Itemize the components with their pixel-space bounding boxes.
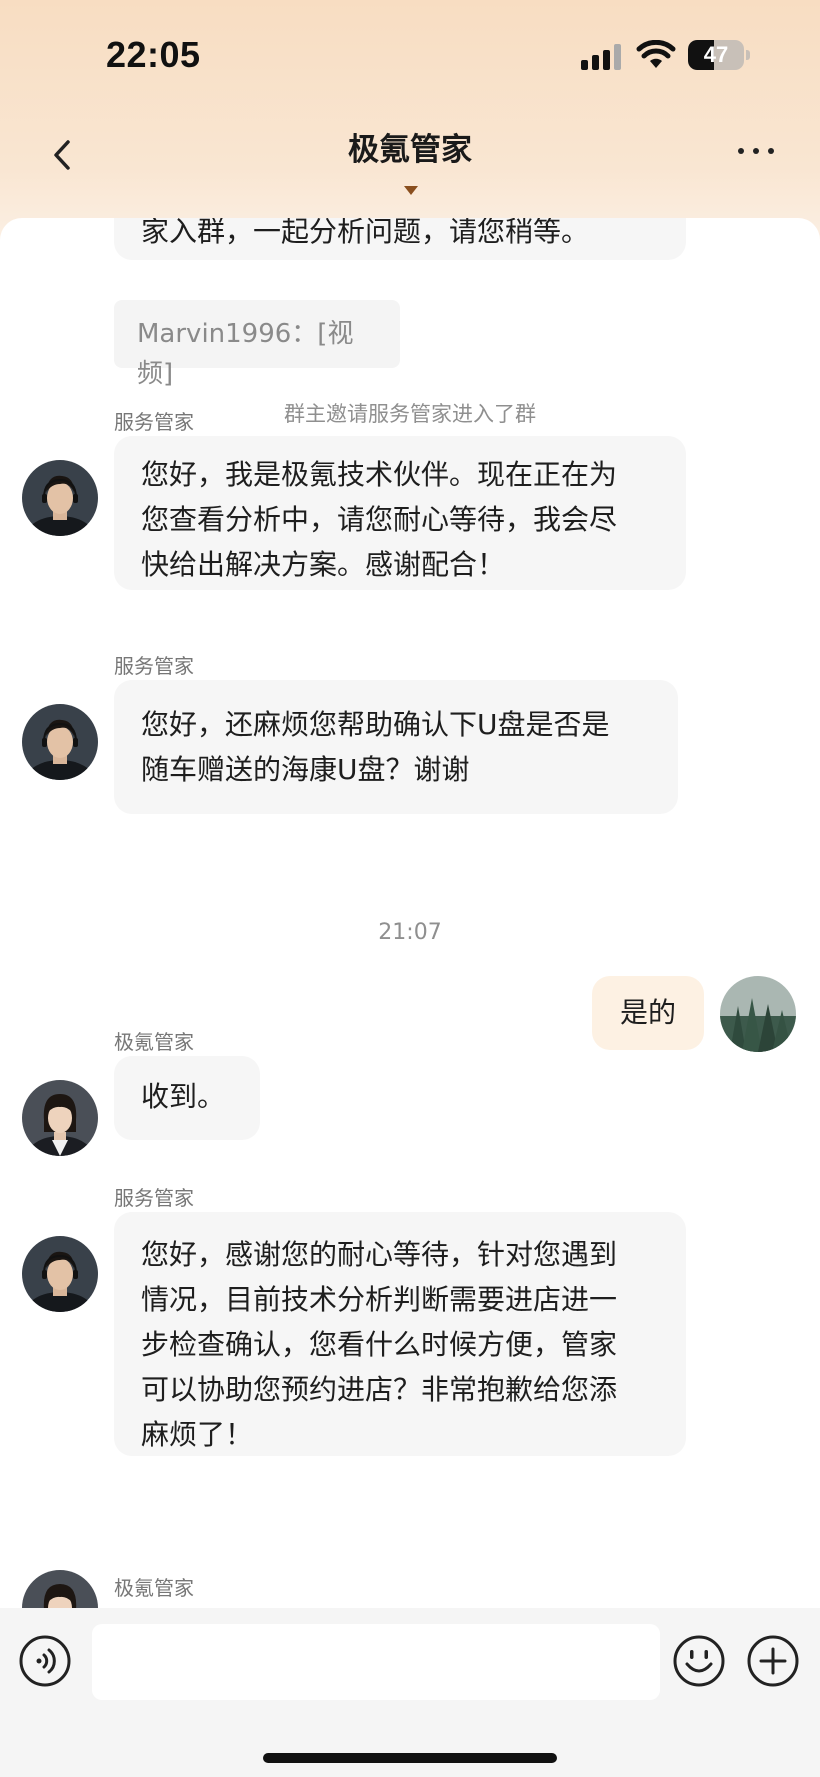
voice-input-icon — [19, 1635, 71, 1687]
battery-icon: 47 — [688, 40, 750, 70]
video-message[interactable]: Marvin1996：[视频] — [114, 300, 400, 389]
chat-message-list[interactable]: 家入群，一起分析问题，请您稍等。 Marvin1996：[视频] 群主邀请服务管… — [0, 218, 820, 1608]
sender-name: 服务管家 — [114, 410, 194, 434]
message-line: 步检查确认，您看什么时候方便，管家 — [141, 1328, 618, 1361]
message-bubble[interactable]: 您好，感谢您的耐心等待，针对您遇到 情况，目前技术分析判断需要进店进一 步检查确… — [114, 1212, 686, 1456]
message-line: 情况，目前技术分析判断需要进店进一 — [141, 1283, 618, 1316]
message-line: 可以协助您预约进店？非常抱歉给您添 — [141, 1373, 618, 1406]
voice-input-button[interactable] — [18, 1634, 72, 1688]
message-line: 您好，感谢您的耐心等待，针对您遇到 — [141, 1238, 618, 1271]
message-bubble[interactable]: 收到。 — [114, 1056, 260, 1140]
avatar-self[interactable] — [720, 976, 796, 1052]
message-text: 家入群，一起分析问题，请您稍等。 — [141, 218, 590, 248]
message-line: 快给出解决方案。感谢配合！ — [141, 548, 506, 581]
message-line: 您好，还麻烦您帮助确认下U盘是否是 — [141, 708, 610, 741]
avatar-zeekr-butler[interactable] — [22, 1570, 98, 1608]
status-time: 22:05 — [106, 34, 201, 75]
message-line: 麻烦了！ — [141, 1418, 254, 1451]
battery-level-text: 47 — [703, 42, 729, 67]
sender-name: 服务管家 — [114, 654, 194, 678]
message-text: 收到。 — [141, 1080, 226, 1113]
message-bubble[interactable]: 您好，还麻烦您帮助确认下U盘是否是 随车赠送的海康U盘？谢谢 — [114, 680, 678, 814]
navigation-bar: 极氪管家 — [0, 110, 820, 220]
message-input-bar — [0, 1608, 820, 1777]
male-agent-avatar-icon — [22, 460, 98, 536]
message-timestamp: 21:07 — [378, 920, 442, 945]
message-input[interactable] — [92, 1624, 660, 1700]
sender-name: 极氪管家 — [114, 1030, 194, 1054]
avatar-service-agent[interactable] — [22, 1236, 98, 1312]
message-line: 随车赠送的海康U盘？谢谢 — [141, 753, 470, 786]
female-agent-avatar-icon — [22, 1570, 98, 1608]
message-bubble-partial[interactable]: 家入群，一起分析问题，请您稍等。 — [114, 218, 686, 260]
message-line: 您好，我是极氪技术伙伴。现在正在为 — [141, 458, 618, 491]
more-button[interactable] — [732, 132, 780, 172]
male-agent-avatar-icon — [22, 1236, 98, 1312]
message-text: 是的 — [619, 996, 676, 1029]
outgoing-message-bubble[interactable]: 是的 — [592, 976, 704, 1050]
male-agent-avatar-icon — [22, 704, 98, 780]
page-title[interactable]: 极氪管家 — [0, 124, 820, 169]
emoji-button[interactable] — [672, 1634, 726, 1688]
cellular-signal-icon — [581, 44, 621, 70]
plus-icon — [747, 1635, 799, 1687]
avatar-zeekr-butler[interactable] — [22, 1080, 98, 1156]
video-message-text: Marvin1996：[视频] — [137, 319, 354, 389]
home-indicator[interactable] — [263, 1753, 557, 1763]
avatar-service-agent[interactable] — [22, 704, 98, 780]
forest-avatar-icon — [720, 976, 796, 1052]
more-actions-button[interactable] — [746, 1634, 800, 1688]
message-line: 您查看分析中，请您耐心等待，我会尽 — [141, 503, 618, 536]
wifi-icon — [636, 40, 676, 68]
female-agent-avatar-icon — [22, 1080, 98, 1156]
more-dots-icon — [738, 148, 744, 154]
sender-name: 极氪管家 — [114, 1576, 194, 1600]
message-bubble[interactable]: 您好，我是极氪技术伙伴。现在正在为 您查看分析中，请您耐心等待，我会尽 快给出解… — [114, 436, 686, 590]
caret-down-icon[interactable] — [404, 186, 418, 195]
avatar-service-agent[interactable] — [22, 460, 98, 536]
status-bar: 22:05 47 — [0, 0, 820, 110]
emoji-icon — [673, 1635, 725, 1687]
sender-name: 服务管家 — [114, 1186, 194, 1210]
